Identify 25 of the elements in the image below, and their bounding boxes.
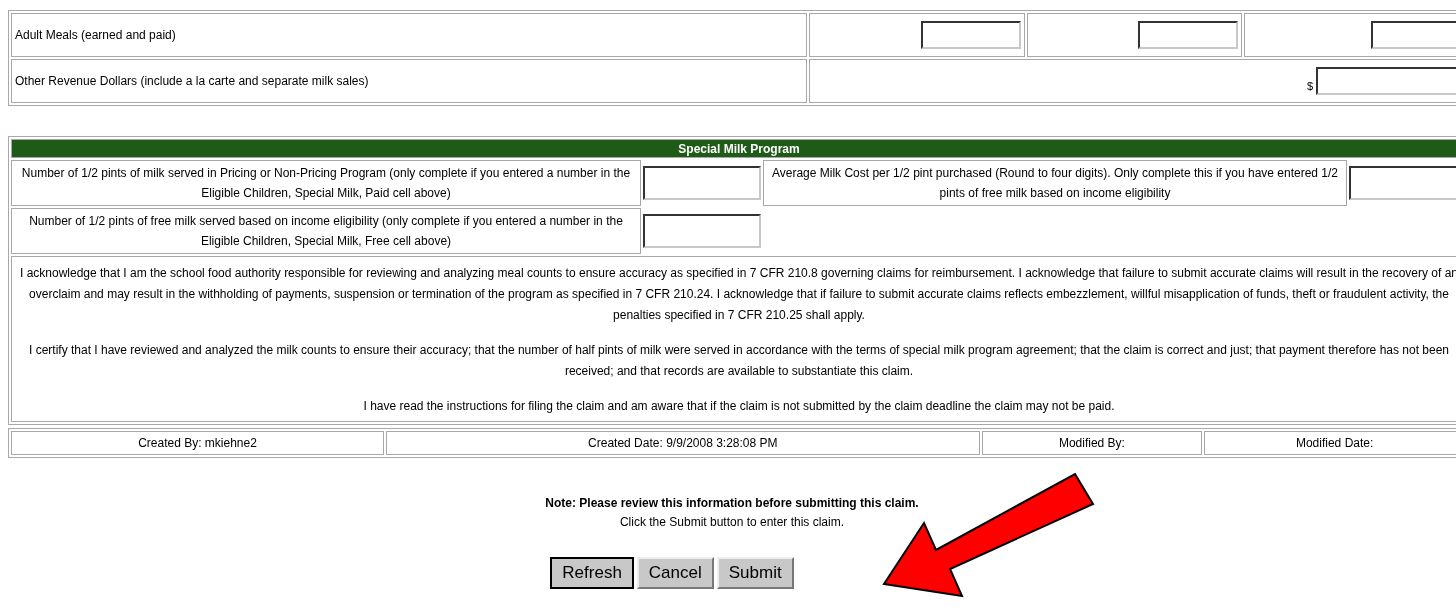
input-field[interactable] xyxy=(1138,21,1239,49)
audit-text: Created Date: 9/9/2008 3:28:08 PM xyxy=(587,435,779,452)
form-button[interactable]: Refresh xyxy=(550,557,634,589)
input-field[interactable] xyxy=(920,21,1021,49)
input-field[interactable] xyxy=(1371,21,1456,49)
review-note: Note: Please review this information before submitting this claim. xyxy=(545,496,919,510)
acknowledgement-text: I certify that I have reviewed and analyzed the milk counts to ensure their accuracy; that the number of half pints of milk were served in accordance with the terms of special milk program agreement; that the claim is correct and just; that payment therefore has not been received; and that records are available to substantiate this claim. xyxy=(28,342,1451,380)
input-field[interactable] xyxy=(1316,67,1456,95)
input-field[interactable] xyxy=(1349,166,1456,200)
row-label: Other Revenue Dollars (include a la carte and separate milk sales) xyxy=(15,73,370,90)
input-field[interactable] xyxy=(643,214,761,248)
field-label: Number of 1/2 pints of milk served in Pricing or Non-Pricing Program (only complete if you entered a number in the Eligible Children, Special Milk, Paid cell above) xyxy=(20,165,632,202)
row-label: Adult Meals (earned and paid) xyxy=(15,27,177,44)
field-label: Number of 1/2 pints of free milk served based on income eligibility (only complete if you entered a number in the Eligible Children, Special Milk, Free cell above) xyxy=(28,213,624,250)
section-title: Special Milk Program xyxy=(11,139,1456,158)
input-field[interactable] xyxy=(643,166,761,200)
audit-text: Modified Date: xyxy=(1294,435,1375,452)
submit-instruction: Click the Submit button to enter this claim. xyxy=(619,515,845,529)
field-label: Average Milk Cost per 1/2 pint purchased (Round to four digits). Only complete this if you have entered 1/2 pints of free milk based on income eligibility xyxy=(770,165,1340,202)
form-button[interactable]: Cancel xyxy=(636,557,714,589)
audit-text: Modified By: xyxy=(1057,435,1126,452)
currency-label: $ xyxy=(1306,80,1313,92)
acknowledgement-text: I have read the instructions for filing the claim and am aware that if the claim is not submitted by the claim deadline the claim may not be paid. xyxy=(362,398,1116,415)
audit-text: Created By: mkiehne2 xyxy=(137,435,258,452)
form-button[interactable]: Submit xyxy=(716,557,794,589)
